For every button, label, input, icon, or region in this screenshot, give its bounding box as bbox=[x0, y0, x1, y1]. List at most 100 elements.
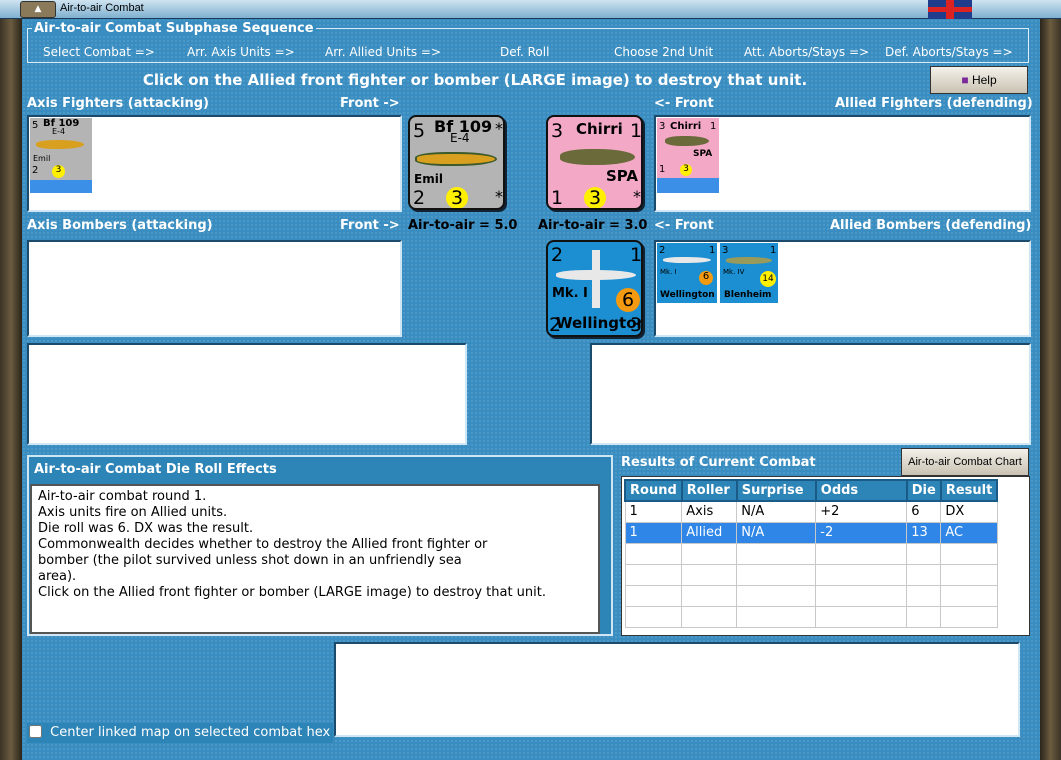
attack-value: 3 bbox=[722, 245, 729, 256]
axis-bombers-box bbox=[27, 240, 402, 337]
rating-badge: 6 bbox=[699, 271, 713, 285]
effects-line: area). bbox=[38, 569, 77, 584]
axis-fighters-box: 5 Bf 109 E-4 Emil 2 3 bbox=[27, 115, 402, 212]
step-att-aborts: Att. Aborts/Stays => bbox=[744, 45, 870, 59]
effects-text: Air-to-air combat round 1. Axis units fi… bbox=[30, 484, 600, 634]
counter-model: Mk. I bbox=[552, 286, 588, 301]
plane-fuselage bbox=[592, 250, 600, 308]
help-button[interactable]: ■ Help bbox=[930, 66, 1028, 94]
range-value: 1 bbox=[770, 245, 777, 256]
sequence-title: Air-to-air Combat Subphase Sequence bbox=[32, 21, 316, 36]
front-bf109-counter[interactable]: 5 Bf 109 E-4 * Emil 2 3 * bbox=[408, 115, 505, 210]
window-menu-button[interactable]: ▲ bbox=[20, 1, 56, 18]
plane-icon bbox=[415, 152, 497, 166]
cell: +2 bbox=[815, 500, 908, 523]
cell: Axis bbox=[681, 500, 738, 523]
rating-badge: 6 bbox=[616, 288, 640, 312]
plane-icon bbox=[560, 149, 635, 165]
empty-row bbox=[624, 563, 998, 586]
main-panel: Air-to-air Combat Subphase Sequence Sele… bbox=[22, 19, 1040, 760]
window-title: Air-to-air Combat bbox=[60, 2, 144, 14]
attack-value: 3 bbox=[551, 120, 564, 142]
empty-row bbox=[624, 605, 998, 628]
effects-line: Die roll was 6. DX was the result. bbox=[38, 521, 254, 536]
results-title: Results of Current Combat bbox=[621, 455, 816, 470]
defense-value: 2 bbox=[413, 187, 426, 209]
allied-air-to-air: Air-to-air = 3.0 bbox=[538, 218, 648, 233]
axis-fighters-front: Front -> bbox=[340, 96, 400, 111]
table-row[interactable]: 1 Axis N/A +2 6 DX bbox=[624, 500, 998, 523]
effects-line: Commonwealth decides whether to destroy … bbox=[38, 537, 488, 552]
combat-chart-button[interactable]: Air-to-air Combat Chart bbox=[901, 448, 1029, 476]
center-map-option[interactable]: Center linked map on selected combat hex bbox=[27, 723, 333, 743]
allied-fighters-box: 3 Chirri 1 SPA 1 3 bbox=[654, 115, 1031, 212]
counter-name: Chirri bbox=[576, 120, 623, 138]
empty-row bbox=[624, 542, 998, 565]
rating-badge: 3 bbox=[680, 164, 692, 176]
counter-nick: SPA bbox=[606, 167, 639, 185]
range-value: 1 bbox=[709, 245, 716, 256]
counter-model: E-4 bbox=[52, 127, 66, 136]
col-roller[interactable]: Roller bbox=[680, 479, 738, 502]
effects-line: Air-to-air combat round 1. bbox=[38, 489, 207, 504]
star: * bbox=[633, 187, 641, 206]
die-roll-effects-panel: Air-to-air Combat Die Roll Effects Air-t… bbox=[27, 455, 613, 636]
plane-icon bbox=[663, 257, 711, 263]
counter-model: E-4 bbox=[450, 131, 470, 145]
allied-fighters-front: <- Front bbox=[654, 96, 714, 111]
counter-nick: SPA bbox=[693, 149, 713, 159]
center-map-checkbox[interactable] bbox=[29, 725, 42, 738]
counter-nick: Emil bbox=[33, 154, 51, 163]
subphase-sequence: Air-to-air Combat Subphase Sequence Sele… bbox=[27, 21, 1029, 63]
center-map-label: Center linked map on selected combat hex bbox=[50, 725, 331, 740]
axis-bombers-label: Axis Bombers (attacking) bbox=[27, 218, 213, 233]
cell: DX bbox=[940, 500, 998, 523]
col-odds[interactable]: Odds bbox=[814, 479, 908, 502]
effects-line: Click on the Allied front fighter or bom… bbox=[38, 585, 546, 600]
small-chirri-counter[interactable]: 3 Chirri 1 SPA 1 3 bbox=[657, 118, 719, 193]
rating-badge: 3 bbox=[446, 187, 468, 208]
axis-info-box bbox=[27, 343, 467, 445]
rating-badge: 3 bbox=[584, 187, 606, 208]
star: * bbox=[495, 119, 503, 138]
small-wellington-counter[interactable]: 2 1 Mk. I 6 Wellington bbox=[657, 243, 717, 303]
step-def-aborts: Def. Aborts/Stays => bbox=[885, 45, 1013, 59]
col-die[interactable]: Die bbox=[905, 479, 942, 502]
front-chirri-counter[interactable]: 3 Chirri 1 SPA 1 3 * bbox=[546, 115, 643, 210]
small-blenheim-counter[interactable]: 3 1 Mk. IV 14 Blenheim bbox=[720, 243, 778, 303]
col-round[interactable]: Round bbox=[624, 479, 683, 502]
range-value: 1 bbox=[630, 120, 643, 142]
right-frame bbox=[1040, 19, 1061, 760]
defense-value: 1 bbox=[659, 164, 666, 175]
small-bf109-counter[interactable]: 5 Bf 109 E-4 Emil 2 3 bbox=[30, 118, 92, 193]
instruction-text: Click on the Allied front fighter or bom… bbox=[142, 71, 808, 89]
col-surprise[interactable]: Surprise bbox=[735, 479, 817, 502]
cell: 6 bbox=[906, 500, 942, 523]
table-row-selected[interactable]: 1 Allied N/A -2 13 AC bbox=[624, 521, 998, 544]
plane-icon bbox=[726, 257, 772, 264]
counter-name: Chirri bbox=[670, 121, 702, 132]
attack-value: 2 bbox=[659, 245, 666, 256]
bomb-value: 3 bbox=[630, 314, 643, 336]
defense-value: 1 bbox=[551, 187, 564, 209]
uk-flag-icon bbox=[928, 0, 972, 19]
left-frame bbox=[0, 19, 22, 760]
plane-icon bbox=[36, 140, 84, 149]
defense-value: 2 bbox=[32, 165, 39, 176]
attack-value: 2 bbox=[551, 244, 564, 266]
cell: -2 bbox=[815, 521, 908, 544]
cell: AC bbox=[940, 521, 998, 544]
counter-nick: Emil bbox=[414, 172, 443, 186]
col-result[interactable]: Result bbox=[939, 479, 999, 502]
message-box bbox=[334, 642, 1020, 737]
counter-name: Wellington bbox=[660, 290, 715, 300]
front-wellington-counter[interactable]: 2 1 Mk. I 6 2 Wellington 3 bbox=[546, 240, 643, 337]
cell: N/A bbox=[736, 500, 817, 523]
cell: 13 bbox=[906, 521, 942, 544]
cell: N/A bbox=[736, 521, 817, 544]
counter-model: Mk. I bbox=[660, 268, 677, 276]
cell: 1 bbox=[624, 521, 683, 544]
attack-value: 3 bbox=[659, 121, 666, 132]
effects-line: Axis units fire on Allied units. bbox=[38, 505, 228, 520]
counter-model: Mk. IV bbox=[723, 268, 745, 276]
